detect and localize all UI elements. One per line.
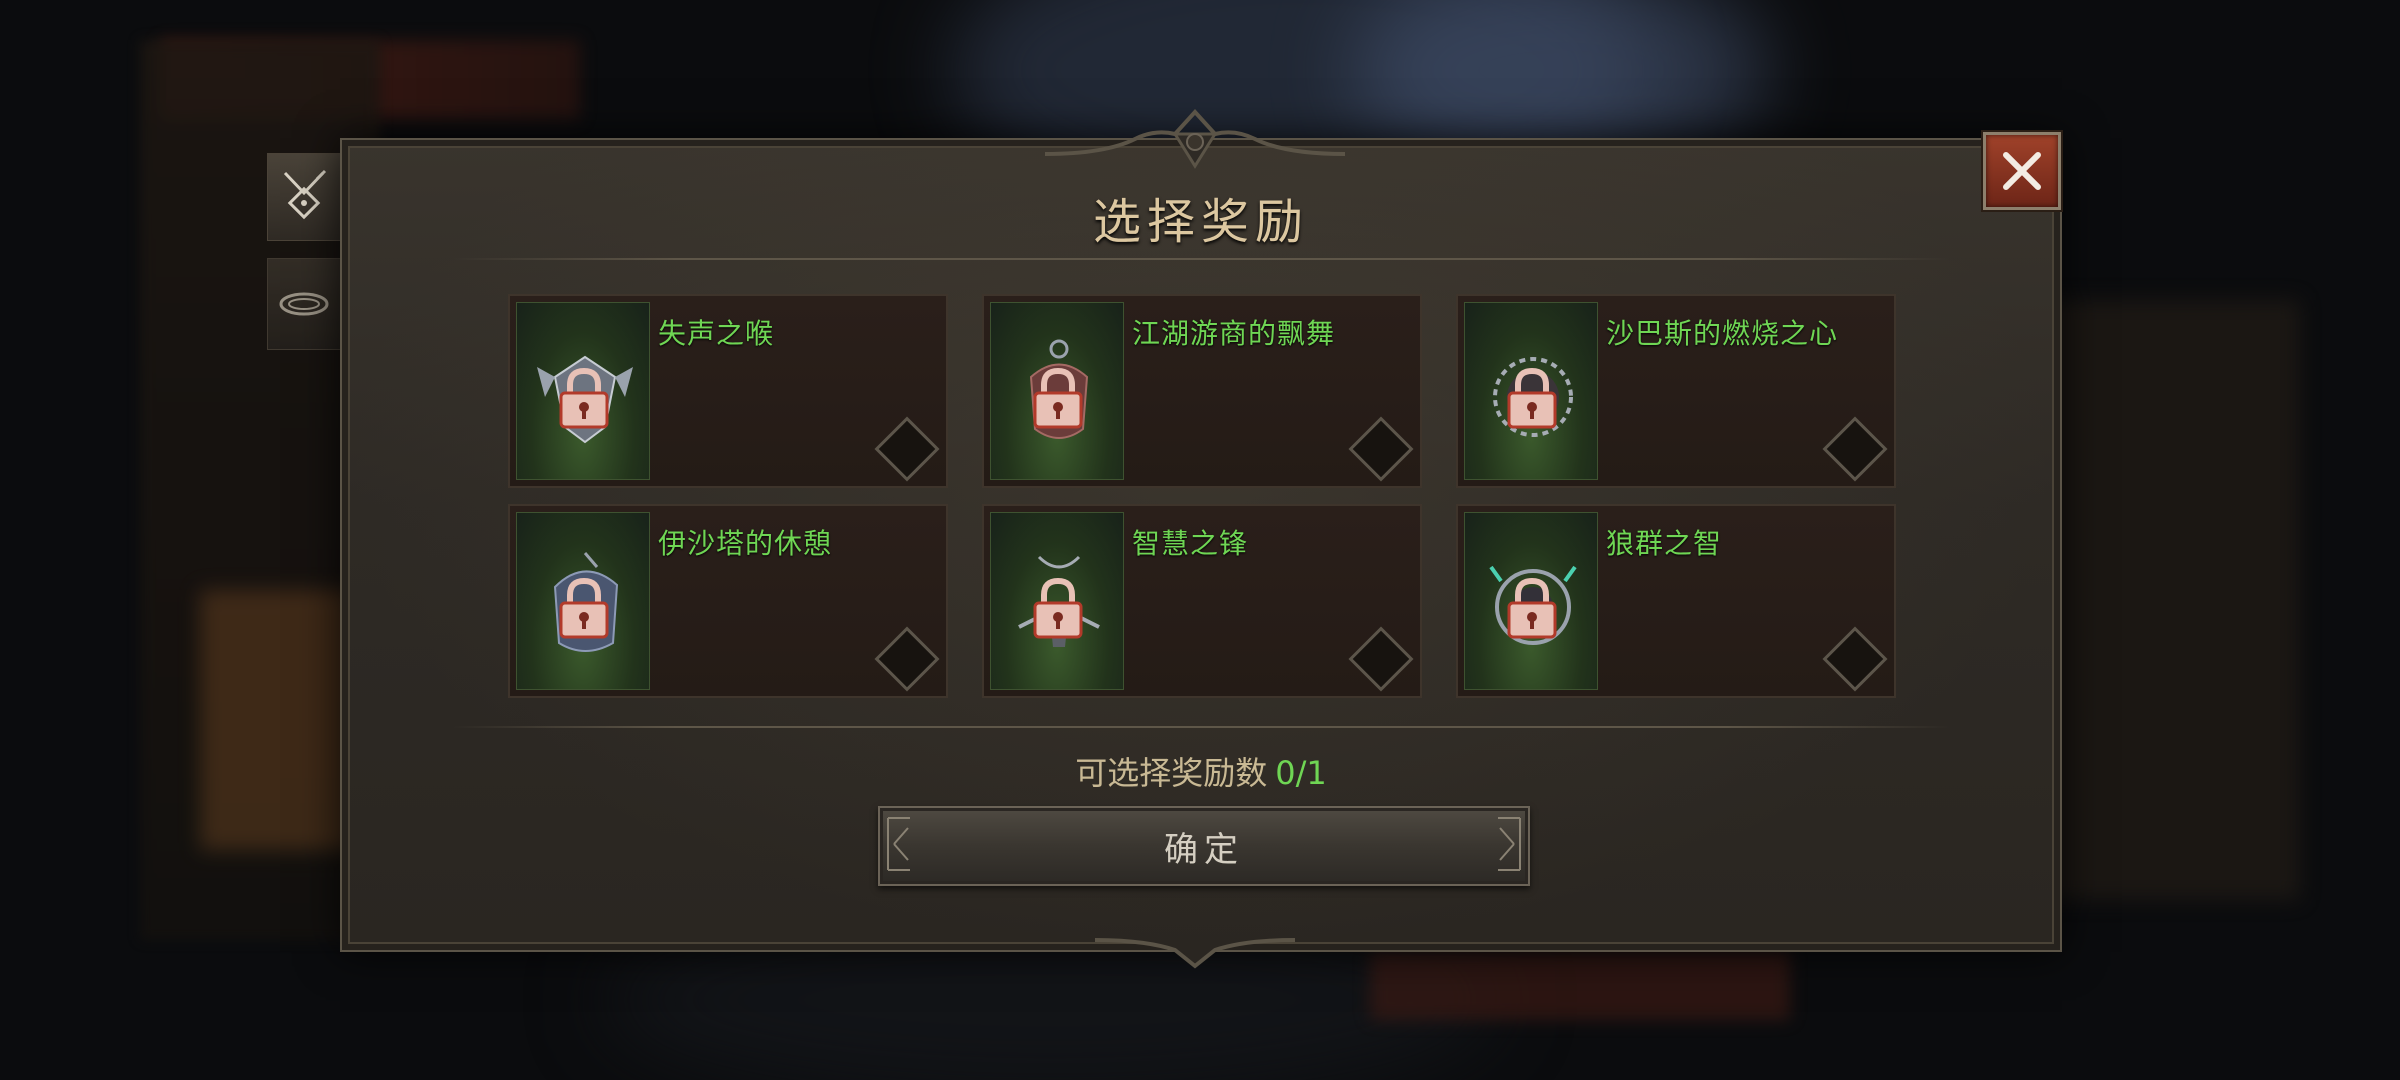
title-divider	[452, 258, 1950, 260]
select-checkbox[interactable]	[1822, 626, 1888, 692]
lock-icon	[1507, 367, 1557, 429]
reward-icon-frame	[990, 302, 1124, 480]
confirm-button-label: 确定	[1164, 829, 1244, 870]
reward-card[interactable]: 江湖游商的飘舞	[982, 294, 1422, 488]
reward-icon-frame	[990, 512, 1124, 690]
reward-card[interactable]: 智慧之锋	[982, 504, 1422, 698]
lock-icon	[1507, 577, 1557, 639]
reward-name: 狼群之智	[1606, 527, 1723, 560]
reward-name: 江湖游商的飘舞	[1132, 317, 1336, 350]
reward-count-value: 0/1	[1275, 754, 1327, 792]
dialog-bottom-ornament	[1095, 938, 1295, 969]
ring-icon	[279, 292, 329, 316]
reward-count-label: 可选择奖励数	[1075, 754, 1268, 792]
button-corner-ornament	[1498, 817, 1521, 871]
reward-icon-frame	[516, 302, 650, 480]
reward-name: 智慧之锋	[1132, 527, 1249, 560]
dialog-top-ornament	[1045, 109, 1345, 169]
amulet-icon	[283, 169, 327, 220]
select-checkbox[interactable]	[1348, 626, 1414, 692]
select-checkbox[interactable]	[1822, 416, 1888, 482]
close-button[interactable]	[1983, 132, 2061, 210]
confirm-button[interactable]: 确定	[878, 806, 1530, 886]
reward-name: 伊沙塔的休憩	[658, 527, 833, 560]
reward-card[interactable]: 沙巴斯的燃烧之心	[1456, 294, 1896, 488]
tab-ring[interactable]	[267, 258, 341, 350]
reward-icon-frame	[516, 512, 650, 690]
lock-icon	[559, 367, 609, 429]
reward-icon-frame	[1464, 512, 1598, 690]
background-card	[200, 590, 360, 850]
reward-selection-dialog: 选择奖励 失声之喉 江湖游商的飘舞 沙巴斯的燃烧之心伊沙塔的休憩 智慧之锋 狼群之智 可…	[340, 138, 2062, 952]
select-checkbox[interactable]	[874, 626, 940, 692]
lock-icon	[1033, 367, 1083, 429]
select-checkbox[interactable]	[874, 416, 940, 482]
reward-count: 可选择奖励数 0/1	[342, 748, 2060, 794]
tab-amulet[interactable]	[267, 153, 341, 241]
reward-name: 失声之喉	[658, 317, 775, 350]
lock-icon	[559, 577, 609, 639]
reward-card[interactable]: 狼群之智	[1456, 504, 1896, 698]
reward-icon-frame	[1464, 302, 1598, 480]
reward-name: 沙巴斯的燃烧之心	[1606, 317, 1839, 350]
reward-card[interactable]: 伊沙塔的休憩	[508, 504, 948, 698]
select-checkbox[interactable]	[1348, 416, 1414, 482]
lock-icon	[1033, 577, 1083, 639]
dialog-title: 选择奖励	[1092, 194, 1309, 250]
reward-card[interactable]: 失声之喉	[508, 294, 948, 488]
background-bottom-bar	[1370, 950, 1790, 1020]
footer-divider	[452, 726, 1950, 728]
button-corner-ornament	[887, 817, 910, 871]
close-icon	[2003, 152, 2041, 190]
background-right-panel	[2020, 300, 2300, 900]
